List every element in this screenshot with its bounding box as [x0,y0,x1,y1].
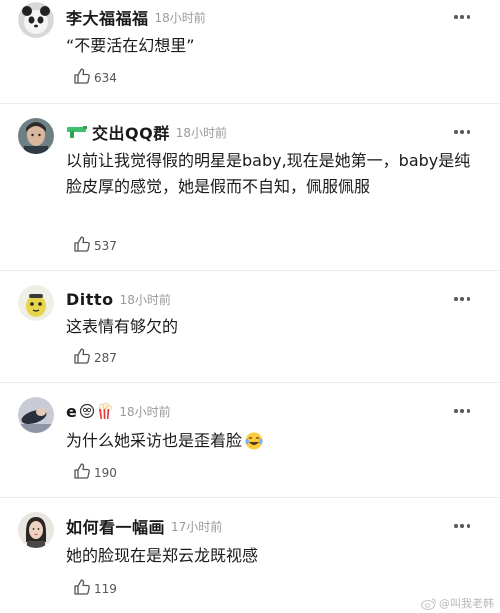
person-lying-avatar-icon[interactable] [18,397,54,433]
like-button[interactable]: 190 [72,461,117,481]
timestamp: 18小时前 [119,404,171,419]
thumbs-up-icon [74,348,90,364]
comment-text: 为什么她采访也是歪着脸 [66,428,476,454]
watermark: @叫我老韩 [421,595,494,611]
username[interactable]: Ditto [66,290,114,309]
username[interactable]: 交出QQ群 [92,120,170,144]
laughing-tears-emoji-icon [244,431,264,451]
like-count: 634 [94,70,117,85]
panda-avatar-icon[interactable] [18,2,54,38]
username[interactable]: e [66,402,77,421]
comment-list: 李大福福福 18小时前 “不要活在幻想里” 634 交出QQ群 18小时前 以前… [0,0,500,613]
divider [0,497,500,498]
divider [0,270,500,271]
comment-text: “不要活在幻想里” [66,36,195,55]
more-options-icon[interactable] [454,408,470,414]
timestamp: 18小时前 [154,10,206,25]
divider [0,103,500,104]
thumbs-up-icon [74,579,90,595]
person-avatar-icon[interactable] [18,118,54,154]
divider [0,382,500,383]
yellow-cartoon-avatar-icon[interactable] [18,285,54,321]
timestamp: 17小时前 [171,519,223,534]
like-count: 190 [94,465,117,480]
portrait-avatar-icon[interactable] [18,512,54,548]
water-gun-icon [66,124,88,140]
like-count: 537 [94,238,117,253]
thumbs-up-icon [74,236,90,252]
comment-text: 以前让我觉得假的明星是baby,现在是她第一，baby是纯脸皮厚的感觉，她是假而… [66,151,471,196]
more-options-icon[interactable] [454,296,470,302]
username[interactable]: 李大福福福 [66,5,149,29]
like-count: 287 [94,350,117,365]
like-button[interactable]: 537 [72,234,117,254]
more-options-icon[interactable] [454,14,470,20]
comment-text-content: 为什么她采访也是歪着脸 [66,431,243,450]
like-button[interactable]: 287 [72,346,117,366]
popcorn-icon [97,402,113,420]
smiley-face-icon [79,403,95,419]
timestamp: 18小时前 [119,292,171,307]
watermark-text: @叫我老韩 [439,597,494,610]
like-button[interactable]: 634 [72,66,117,86]
like-count: 119 [94,581,117,596]
weibo-logo-icon [421,597,437,610]
more-options-icon[interactable] [454,523,470,529]
username[interactable]: 如何看一幅画 [66,514,165,538]
comment-text: 她的脸现在是郑云龙既视感 [66,546,259,565]
more-options-icon[interactable] [454,129,470,135]
timestamp: 18小时前 [175,125,227,140]
like-button[interactable]: 119 [72,577,117,597]
thumbs-up-icon [74,68,90,84]
comment-text: 这表情有够欠的 [66,317,179,336]
thumbs-up-icon [74,463,90,479]
